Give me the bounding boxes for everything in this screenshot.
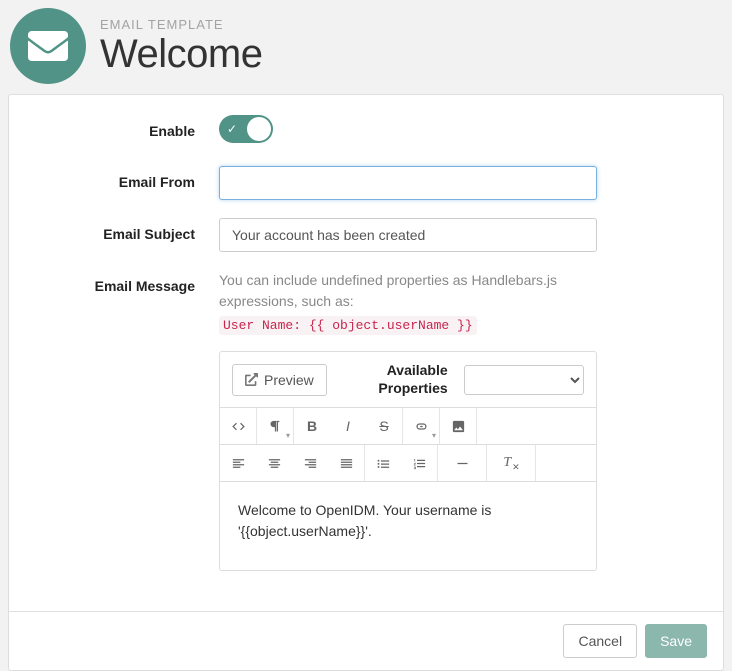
preview-label: Preview (264, 372, 314, 388)
from-label: Email From (49, 166, 219, 190)
header-label: EMAIL TEMPLATE (100, 17, 262, 32)
paragraph-button[interactable]: ▾ (257, 408, 293, 444)
align-center-button[interactable] (256, 445, 292, 481)
align-left-button[interactable] (220, 445, 256, 481)
enable-toggle[interactable]: ✓ (219, 115, 273, 143)
image-button[interactable] (440, 408, 476, 444)
available-properties-label: Available Properties (343, 362, 448, 397)
code-view-button[interactable] (220, 408, 256, 444)
message-helper: You can include undefined properties as … (219, 270, 597, 312)
align-justify-icon (339, 456, 354, 471)
code-icon (231, 419, 246, 434)
chevron-down-icon: ▾ (286, 431, 290, 440)
editor-toolbar-2: T✕ (220, 445, 596, 482)
align-center-icon (267, 456, 282, 471)
form-panel: Enable ✓ Email From Email Subject Email … (8, 94, 724, 671)
email-from-input[interactable] (219, 166, 597, 200)
align-left-icon (231, 456, 246, 471)
message-body[interactable]: Welcome to OpenIDM. Your username is '{{… (220, 482, 596, 570)
email-icon (10, 8, 86, 84)
rich-editor: Preview Available Properties ▾ (219, 351, 597, 571)
page-title: Welcome (100, 32, 262, 76)
align-right-icon (303, 456, 318, 471)
editor-toolbar: ▾ B I S ▾ (220, 408, 596, 445)
message-label: Email Message (49, 270, 219, 294)
panel-footer: Cancel Save (9, 611, 723, 670)
available-properties-select[interactable] (464, 365, 584, 395)
minus-icon (455, 456, 470, 471)
preview-button[interactable]: Preview (232, 364, 327, 396)
save-button[interactable]: Save (645, 624, 707, 658)
list-ol-icon (412, 456, 427, 471)
email-subject-input[interactable] (219, 218, 597, 252)
check-icon: ✓ (227, 122, 237, 136)
external-link-icon (245, 373, 258, 386)
align-right-button[interactable] (292, 445, 328, 481)
image-icon (451, 419, 466, 434)
align-justify-button[interactable] (328, 445, 364, 481)
unordered-list-button[interactable] (365, 445, 401, 481)
link-icon (414, 419, 429, 434)
subject-label: Email Subject (49, 218, 219, 242)
horizontal-rule-button[interactable] (438, 445, 486, 481)
cancel-button[interactable]: Cancel (563, 624, 637, 658)
code-sample: User Name: {{ object.userName }} (219, 316, 477, 335)
ordered-list-button[interactable] (401, 445, 437, 481)
list-ul-icon (376, 456, 391, 471)
bold-button[interactable]: B (294, 408, 330, 444)
italic-button[interactable]: I (330, 408, 366, 444)
link-button[interactable]: ▾ (403, 408, 439, 444)
enable-label: Enable (49, 115, 219, 139)
page-header: EMAIL TEMPLATE Welcome (0, 0, 732, 94)
paragraph-icon (268, 419, 283, 434)
strikethrough-button[interactable]: S (366, 408, 402, 444)
chevron-down-icon: ▾ (432, 431, 436, 440)
clear-format-button[interactable]: T✕ (487, 445, 535, 481)
